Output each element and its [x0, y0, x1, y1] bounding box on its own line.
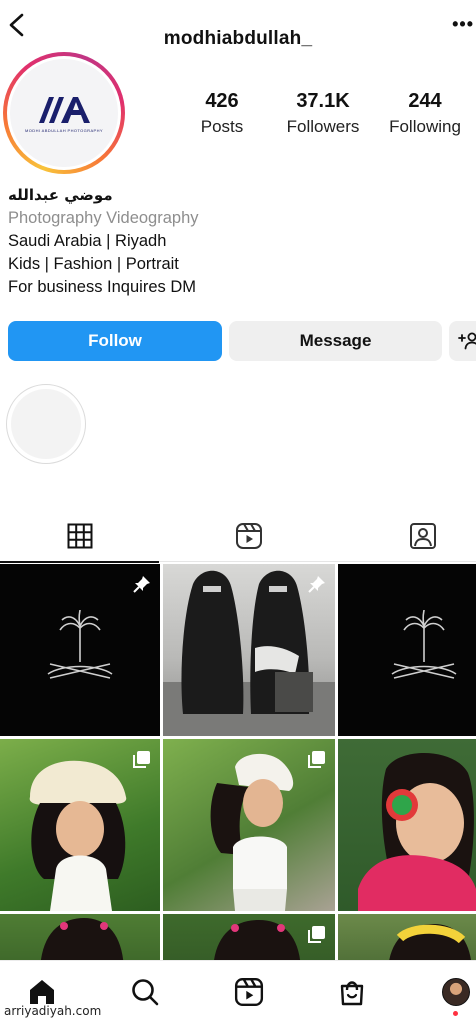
tab-posts-grid[interactable]	[0, 510, 159, 563]
stat-label: Following	[389, 117, 461, 136]
shop-icon	[340, 981, 364, 1006]
more-options-button[interactable]: •••	[452, 14, 474, 35]
pinned-post-icon	[308, 576, 325, 593]
carousel-post-icon	[308, 751, 325, 768]
home-icon	[30, 980, 54, 1004]
tagged-person-icon	[409, 523, 436, 549]
nav-profile[interactable]	[439, 975, 473, 1009]
post-tile-saudi-emblem-1[interactable]	[0, 564, 160, 736]
profile-username: modhiabdullah_	[163, 28, 313, 49]
nav-reels[interactable]	[232, 975, 266, 1009]
brand-logo-icon	[39, 97, 90, 123]
grid-icon	[67, 523, 92, 549]
profile-category: Photography Videography	[8, 209, 199, 227]
post-tile-girl-partial-1[interactable]	[0, 914, 160, 960]
tab-reels[interactable]	[169, 510, 328, 562]
notification-dot	[453, 1011, 458, 1016]
post-tile-girl-bucket-hat[interactable]	[0, 739, 160, 911]
profile-avatar	[442, 978, 470, 1006]
profile-display-name: موضي عبدالله	[8, 186, 113, 204]
more-dots-icon: •••	[452, 14, 474, 34]
stat-label: Posts	[200, 117, 244, 136]
profile-tabs	[0, 510, 476, 563]
site-watermark: arriyadiyah.com	[4, 1004, 102, 1018]
search-icon	[132, 979, 159, 1006]
profile-avatar-story-ring[interactable]: MODHI ABDULLAH PHOTOGRAPHY	[3, 52, 125, 174]
stat-followers[interactable]: 37.1K Followers	[278, 90, 368, 137]
profile-bio: موضي عبدالله Photography Videography Sau…	[8, 184, 468, 299]
story-highlight-cover	[11, 389, 81, 459]
post-tile-girl-lollipop[interactable]	[338, 739, 476, 911]
story-highlight[interactable]	[6, 384, 86, 464]
brand-logo-text: MODHI ABDULLAH PHOTOGRAPHY	[25, 128, 103, 133]
post-tile-girl-white-hat[interactable]	[163, 739, 335, 911]
photo-girl-partial-illustration	[41, 918, 124, 960]
message-button[interactable]: Message	[229, 321, 442, 361]
pinned-post-icon	[133, 576, 150, 593]
photo-girl-lollipop-illustration	[358, 752, 476, 911]
saudi-emblem-icon	[391, 609, 457, 679]
nav-shop[interactable]	[335, 975, 369, 1009]
reels-icon	[235, 523, 262, 549]
bio-line-location: Saudi Arabia | Riyadh	[8, 232, 167, 250]
follow-button[interactable]: Follow	[8, 321, 222, 361]
stat-value: 426	[205, 90, 239, 112]
stat-following[interactable]: 244 Following	[382, 90, 468, 137]
stat-value: 244	[408, 90, 442, 112]
post-tile-girl-partial-3[interactable]	[338, 914, 476, 960]
photo-girl-partial-illustration	[389, 924, 471, 960]
post-tile-saudi-emblem-2[interactable]	[338, 564, 476, 736]
avatar: MODHI ABDULLAH PHOTOGRAPHY	[10, 59, 118, 167]
add-person-icon	[458, 332, 476, 350]
reels-icon	[234, 977, 264, 1007]
posts-grid	[0, 564, 476, 960]
stat-label: Followers	[286, 117, 360, 136]
avatar-border: MODHI ABDULLAH PHOTOGRAPHY	[7, 56, 121, 170]
post-tile-girl-partial-2[interactable]	[163, 914, 335, 960]
post-tile-two-women-abaya[interactable]	[163, 564, 335, 736]
nav-search[interactable]	[128, 975, 162, 1009]
bio-line-specialties: Kids | Fashion | Portrait	[8, 255, 179, 273]
bio-line-contact: For business Inquires DM	[8, 278, 196, 296]
suggested-accounts-button[interactable]	[449, 321, 476, 361]
tab-tagged[interactable]	[343, 510, 476, 562]
carousel-post-icon	[133, 751, 150, 768]
stat-posts[interactable]: 426 Posts	[191, 90, 253, 137]
carousel-post-icon	[308, 926, 325, 943]
stat-value: 37.1K	[296, 90, 350, 112]
